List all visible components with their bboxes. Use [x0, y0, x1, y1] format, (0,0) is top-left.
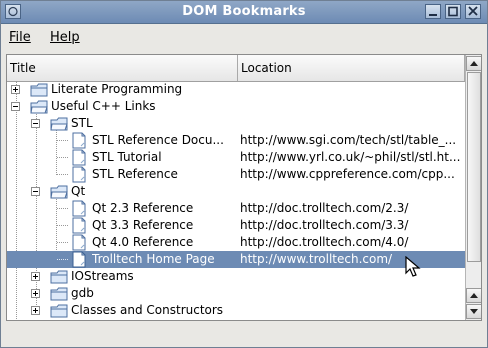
minimize-button[interactable] [425, 4, 441, 19]
row-title: STL Reference Docu... [92, 133, 224, 147]
maximize-icon [448, 6, 458, 17]
expand-icon[interactable] [31, 272, 40, 281]
folder-icon [50, 304, 68, 318]
row-location: http://www.sgi.com/tech/stl/table_... [240, 133, 457, 147]
bookmark-page-icon [72, 200, 86, 217]
vertical-scrollbar[interactable] [465, 55, 481, 320]
tree-row-bookmark-selected[interactable]: Trolltech Home Page http://www.trolltech… [7, 251, 465, 268]
dom-bookmarks-window: DOM Bookmarks File Help Title Location L… [0, 0, 488, 348]
folder-open-icon [50, 185, 68, 199]
row-title: Useful C++ Links [51, 99, 156, 113]
folder-open-icon [30, 100, 48, 114]
bookmark-page-icon [72, 217, 86, 234]
tree-row-qt[interactable]: Qt [7, 183, 465, 200]
tree-row-iostreams[interactable]: IOStreams [7, 268, 465, 285]
row-title: gdb [71, 286, 94, 300]
scrollbar-thumb[interactable] [467, 72, 481, 262]
menu-help[interactable]: Help [50, 30, 80, 45]
collapse-icon[interactable] [31, 119, 40, 128]
tree-connector [57, 242, 68, 243]
menu-file[interactable]: File [9, 30, 31, 45]
bookmark-page-icon [72, 132, 86, 149]
tree-rows: Literate Programming Useful C++ Links ST… [7, 81, 465, 320]
tree-row-bookmark[interactable]: Qt 4.0 Reference http://doc.trolltech.co… [7, 234, 465, 251]
window-menu-icon [8, 6, 18, 17]
folder-icon [30, 83, 48, 97]
window-title: DOM Bookmarks [182, 4, 306, 19]
row-title: Classes and Constructors [71, 303, 224, 317]
row-title: Qt [71, 184, 86, 198]
row-location: http://doc.trolltech.com/4.0/ [240, 235, 409, 249]
minimize-icon [429, 14, 437, 16]
row-title: IOStreams [71, 269, 134, 283]
bookmark-page-icon [72, 234, 86, 251]
tree-row-bookmark[interactable]: Qt 2.3 Reference http://doc.trolltech.co… [7, 200, 465, 217]
arrow-up-icon [470, 61, 478, 66]
row-title: STL [71, 116, 93, 130]
row-location: http://www.yrl.co.uk/~phil/stl/stl.ht... [240, 150, 461, 164]
bookmark-page-icon [72, 166, 86, 183]
tree-row-stl[interactable]: STL [7, 115, 465, 132]
scroll-up-button[interactable] [466, 56, 481, 71]
row-title: STL Reference [92, 167, 178, 181]
collapse-icon[interactable] [11, 102, 20, 111]
scroll-up-button-lower[interactable] [466, 288, 481, 303]
row-location: http://doc.trolltech.com/3.3/ [240, 218, 409, 232]
row-title: STL Tutorial [92, 150, 162, 164]
row-location: http://www.cppreference.com/cpp... [240, 167, 455, 181]
folder-icon [50, 287, 68, 301]
tree-header: Title Location [7, 55, 465, 82]
mouse-pointer-icon [405, 256, 421, 277]
collapse-icon[interactable] [31, 187, 40, 196]
tree-row-bookmark[interactable]: STL Tutorial http://www.yrl.co.uk/~phil/… [7, 149, 465, 166]
row-location: http://doc.trolltech.com/2.3/ [240, 201, 409, 215]
folder-icon [50, 270, 68, 284]
bookmarks-tree[interactable]: Title Location Literate Programming Usef… [6, 54, 482, 321]
row-title: Qt 3.3 Reference [92, 218, 194, 232]
row-title: Qt 4.0 Reference [92, 235, 194, 249]
row-title: Literate Programming [51, 82, 183, 96]
row-location: http://www.trolltech.com/ [240, 252, 393, 266]
bookmark-page-icon [72, 251, 86, 268]
column-header-location[interactable]: Location [238, 55, 465, 81]
expand-icon[interactable] [31, 289, 40, 298]
arrow-down-icon [470, 309, 478, 314]
row-title: Trolltech Home Page [92, 252, 215, 266]
tree-connector [57, 157, 68, 158]
arrow-up-icon [470, 293, 478, 298]
column-header-title[interactable]: Title [7, 55, 238, 81]
system-menu-button[interactable] [5, 4, 21, 19]
tree-row-bookmark[interactable]: STL Reference http://www.cppreference.co… [7, 166, 465, 183]
expand-icon[interactable] [11, 85, 20, 94]
maximize-button[interactable] [445, 4, 461, 19]
tree-connector [57, 174, 68, 175]
tree-row-bookmark[interactable]: Qt 3.3 Reference http://doc.trolltech.co… [7, 217, 465, 234]
menu-file-label: File [9, 30, 31, 45]
row-title: Qt 2.3 Reference [92, 201, 194, 215]
close-icon [468, 6, 478, 16]
tree-connector [57, 140, 68, 141]
tree-connector [57, 225, 68, 226]
tree-row-gdb[interactable]: gdb [7, 285, 465, 302]
tree-row-literate-programming[interactable]: Literate Programming [7, 81, 465, 98]
title-bar[interactable]: DOM Bookmarks [1, 1, 487, 24]
tree-row-bookmark[interactable]: STL Reference Docu... http://www.sgi.com… [7, 132, 465, 149]
bookmark-page-icon [72, 149, 86, 166]
menu-bar: File Help [1, 24, 487, 52]
folder-open-icon [50, 117, 68, 131]
scroll-down-button[interactable] [466, 304, 481, 319]
menu-help-label: Help [50, 30, 80, 45]
tree-connector [57, 259, 68, 260]
tree-connector [57, 208, 68, 209]
tree-row-classes-and-constructors[interactable]: Classes and Constructors [7, 302, 465, 319]
close-button[interactable] [465, 4, 481, 19]
expand-icon[interactable] [31, 306, 40, 315]
tree-row-useful-cpp-links[interactable]: Useful C++ Links [7, 98, 465, 115]
